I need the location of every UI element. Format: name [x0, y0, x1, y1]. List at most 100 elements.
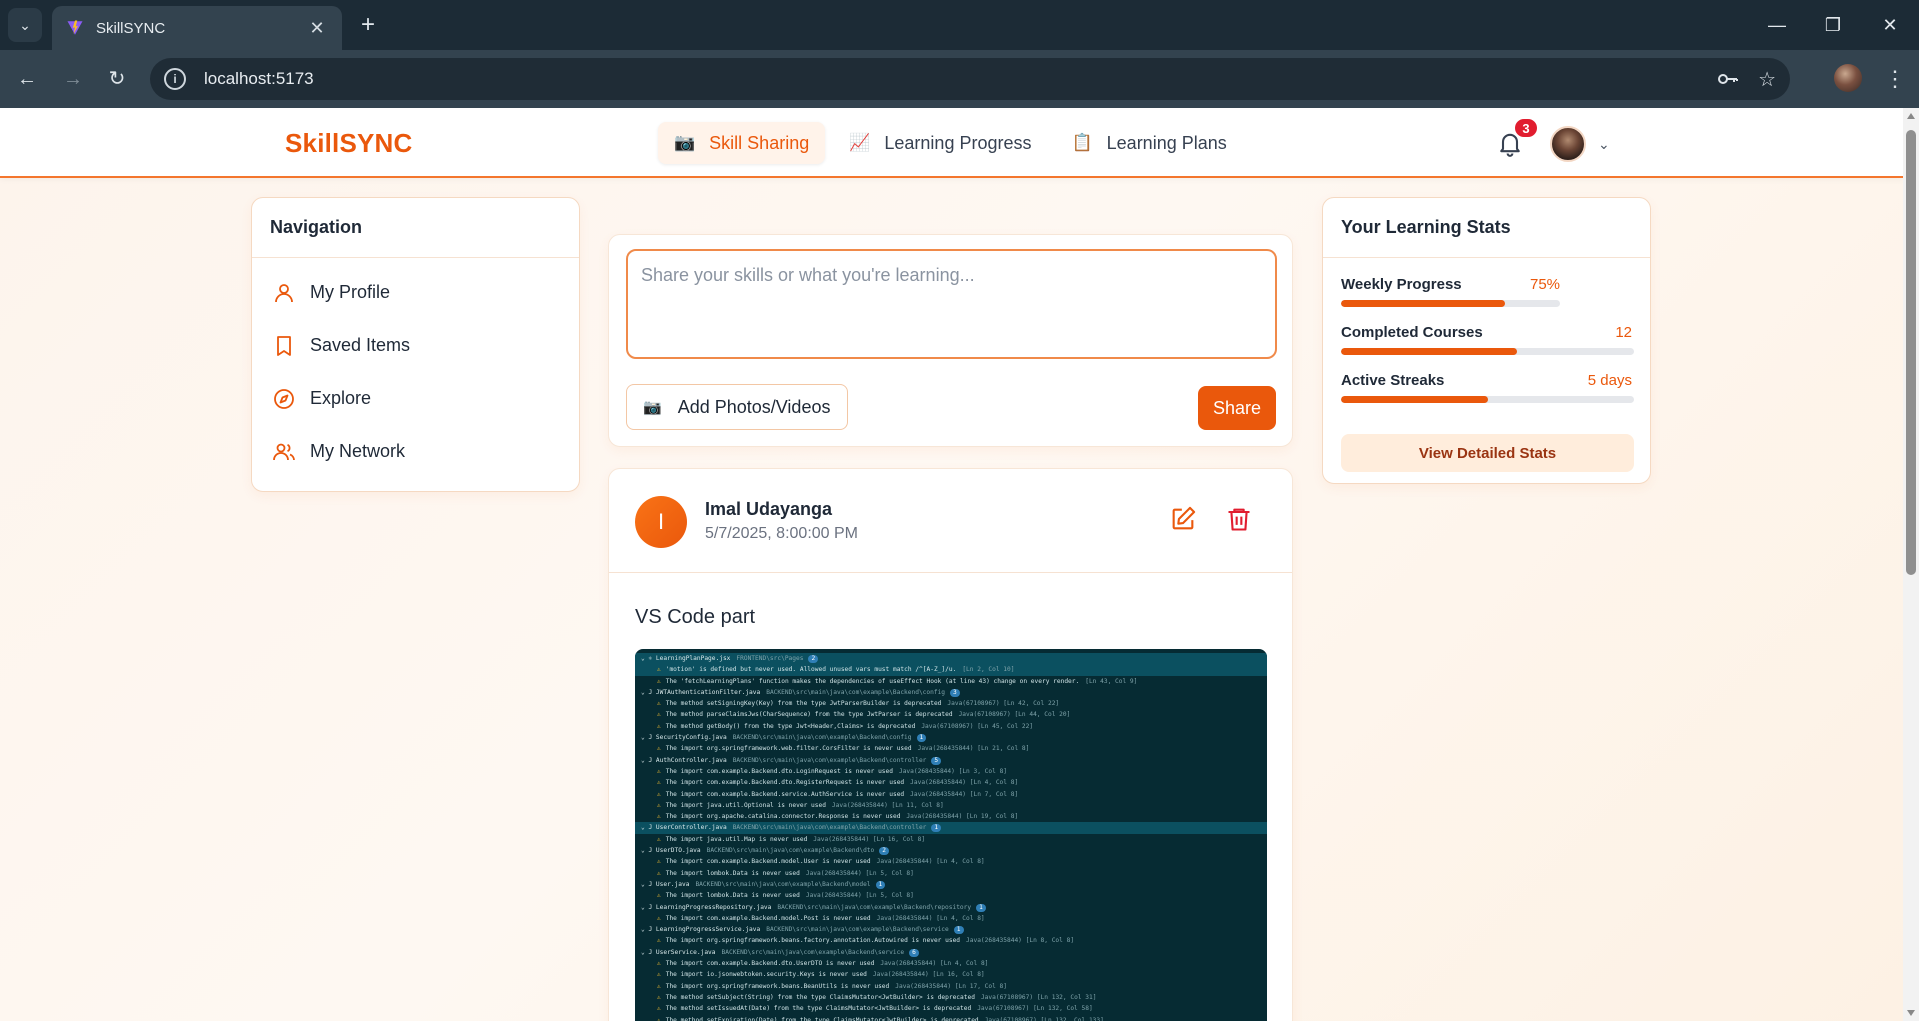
- warning-icon: ⚠: [657, 745, 661, 753]
- problem-warning-row: ⚠ The import io.jsonwebtoken.security.Key…: [635, 969, 1267, 980]
- warning-icon: ⚠: [657, 722, 661, 730]
- post-image-vscode-problems[interactable]: ⌄ ⚛ LearningPlanPage.jsx FRONTEND\src\Pag…: [635, 649, 1267, 1021]
- bookmark-star-icon[interactable]: ☆: [1758, 67, 1776, 92]
- sidebar-item-saved-items[interactable]: Saved Items: [252, 319, 579, 372]
- problem-text: The method setIssuedAt(Date) from the ty…: [665, 1005, 972, 1013]
- avatar[interactable]: [1550, 126, 1586, 162]
- problem-text: ⌄ J UserService.java: [641, 948, 716, 956]
- problem-text: ⌄ J LearningProgressService.java: [641, 926, 761, 934]
- address-bar[interactable]: i localhost:5173 ☆: [150, 58, 1790, 100]
- problem-file-row: ⌄ J User.java BACKEND\src\main\java\com\e…: [635, 879, 1267, 890]
- navigation-card: Navigation My Profile Saved Items Explor…: [251, 197, 580, 492]
- nav-label: Skill Sharing: [709, 132, 810, 153]
- scroll-up-arrow-icon[interactable]: [1907, 113, 1915, 119]
- brand-logo[interactable]: SkillSYNC: [285, 128, 413, 159]
- sidebar-item-my-profile[interactable]: My Profile: [252, 266, 579, 319]
- problem-meta: Java(268435844) [Ln 21, Col 8]: [917, 745, 1030, 753]
- problem-warning-row: ⚠ The method getBody() from the type Jwt<…: [635, 721, 1267, 732]
- compass-icon: [274, 388, 294, 409]
- stat-value: 75%: [1530, 276, 1561, 293]
- sidebar-item-explore[interactable]: Explore: [252, 372, 579, 425]
- scroll-down-arrow-icon[interactable]: [1907, 1010, 1915, 1016]
- reload-button[interactable]: ↻: [100, 62, 134, 96]
- problem-text: The import com.example.Backend.service.A…: [665, 790, 905, 798]
- problem-warning-row: ⚠ The import java.util.Optional is never …: [635, 800, 1267, 811]
- stats-list: Weekly Progress 75% Completed Courses 12…: [1323, 258, 1650, 408]
- problem-text: The import lombok.Data is never used: [665, 892, 800, 900]
- browser-profile-avatar[interactable]: [1834, 64, 1862, 92]
- share-button[interactable]: Share: [1198, 386, 1276, 430]
- forward-button[interactable]: →: [56, 62, 90, 96]
- problem-warning-row: ⚠ The method setSigningKey(Key) from the …: [635, 698, 1267, 709]
- clipboard-icon: 📋: [1071, 133, 1093, 152]
- problem-meta: Java(268435844) [Ln 3, Col 8]: [898, 767, 1008, 775]
- problem-text: The import com.example.Backend.dto.UserD…: [665, 960, 875, 968]
- browser-menu-icon[interactable]: ⋮: [1880, 62, 1910, 96]
- new-tab-button[interactable]: +: [353, 10, 383, 40]
- restore-button[interactable]: ❐: [1813, 10, 1853, 40]
- site-info-icon[interactable]: i: [164, 68, 186, 90]
- sidebar-item-my-network[interactable]: My Network: [252, 425, 579, 478]
- trash-icon[interactable]: [1225, 505, 1253, 533]
- chevron-down-icon: ⌄: [19, 16, 31, 33]
- scroll-thumb[interactable]: [1906, 130, 1916, 575]
- problem-meta: Java(67108967) [Ln 42, Col 22]: [947, 700, 1060, 708]
- browser-toolbar: ← → ↻ i localhost:5173 ☆ ⋮: [0, 50, 1919, 108]
- problem-file-row: ⌄ J AuthController.java BACKEND\src\main\…: [635, 755, 1267, 766]
- warning-icon: ⚠: [657, 779, 661, 787]
- problem-warning-row: ⚠ The 'fetchLearningPlans' function makes…: [635, 676, 1267, 687]
- user-menu[interactable]: ⌄: [1550, 126, 1610, 162]
- nav-learning-plans[interactable]: 📋 Learning Plans: [1055, 122, 1242, 164]
- close-window-button[interactable]: ✕: [1870, 10, 1910, 40]
- problem-meta: Java(67108967) [Ln 44, Col 20]: [958, 711, 1071, 719]
- warning-icon: ⚠: [657, 813, 661, 821]
- notifications-button[interactable]: 3: [1496, 117, 1539, 158]
- learning-stats-card: Your Learning Stats Weekly Progress 75% …: [1322, 197, 1651, 484]
- problem-text: The import org.apache.catalina.connector…: [665, 813, 901, 821]
- problem-warning-row: ⚠ The method setIssuedAt(Date) from the t…: [635, 1003, 1267, 1014]
- problem-file-row: ⌄ J SecurityConfig.java BACKEND\src\main\…: [635, 732, 1267, 743]
- browser-tab-active[interactable]: SkillSYNC ✕: [52, 6, 342, 50]
- problem-text: The import lombok.Data is never used: [665, 869, 800, 877]
- warning-icon: ⚠: [657, 801, 661, 809]
- view-detailed-stats-button[interactable]: View Detailed Stats: [1341, 434, 1634, 472]
- warning-icon: ⚠: [657, 711, 661, 719]
- main-nav: 📷 Skill Sharing 📈 Learning Progress 📋 Le…: [658, 122, 1243, 164]
- problem-meta: BACKEND\src\main\java\com\example\Backen…: [695, 880, 871, 888]
- edit-icon[interactable]: [1169, 505, 1197, 533]
- problem-file-row: ⌄ J UserDTO.java BACKEND\src\main\java\co…: [635, 845, 1267, 856]
- author-name[interactable]: Imal Udayanga: [705, 499, 832, 520]
- chevron-down-icon[interactable]: ⌄: [1598, 136, 1610, 153]
- problem-text: The import java.util.Map is never used: [665, 835, 808, 843]
- stat-active-streaks: Active Streaks 5 days: [1323, 360, 1650, 408]
- warning-icon: ⚠: [657, 1016, 661, 1021]
- progress-bar: [1341, 396, 1634, 403]
- back-button[interactable]: ←: [10, 62, 44, 96]
- author-avatar[interactable]: I: [635, 496, 687, 548]
- problem-file-row: ⌄ ⚛ LearningPlanPage.jsx FRONTEND\src\Pag…: [635, 653, 1267, 665]
- minimize-button[interactable]: —: [1757, 10, 1797, 40]
- problem-warning-row: ⚠ The import com.example.Backend.dto.Logi…: [635, 766, 1267, 777]
- problem-meta: Java(67108967) [Ln 132, Col 133]: [984, 1016, 1104, 1021]
- nav-learning-progress[interactable]: 📈 Learning Progress: [833, 122, 1047, 164]
- sidebar-item-label: Explore: [310, 388, 372, 408]
- problem-meta: BACKEND\src\main\java\com\example\Backen…: [732, 824, 927, 832]
- browser-tabstrip: ⌄ SkillSYNC ✕ + — ❐ ✕: [0, 0, 1919, 50]
- page-scrollbar[interactable]: [1903, 108, 1919, 1021]
- url-text[interactable]: localhost:5173: [204, 69, 1698, 89]
- stat-value: 12: [1615, 324, 1632, 341]
- tab-close-icon[interactable]: ✕: [306, 18, 328, 39]
- tab-search-button[interactable]: ⌄: [8, 8, 42, 42]
- post-input[interactable]: [626, 249, 1277, 359]
- problem-file-row: ⌄ J LearningProgressRepository.java BACKE…: [635, 902, 1267, 913]
- warning-icon: ⚠: [657, 869, 661, 877]
- problem-meta: Java(67108967) [Ln 132, Col 58]: [977, 1005, 1093, 1013]
- nav-skill-sharing[interactable]: 📷 Skill Sharing: [658, 122, 826, 164]
- problem-text: The import com.example.Backend.model.Use…: [665, 858, 871, 866]
- users-icon: [273, 443, 295, 460]
- add-media-button[interactable]: 📷 Add Photos/Videos: [626, 384, 848, 430]
- problem-text: ⌄ J LearningProgressRepository.java: [641, 903, 772, 911]
- problem-meta: Java(268435844) [Ln 4, Col 8]: [910, 779, 1019, 787]
- warning-icon: ⚠: [657, 677, 661, 685]
- key-icon[interactable]: [1716, 67, 1740, 91]
